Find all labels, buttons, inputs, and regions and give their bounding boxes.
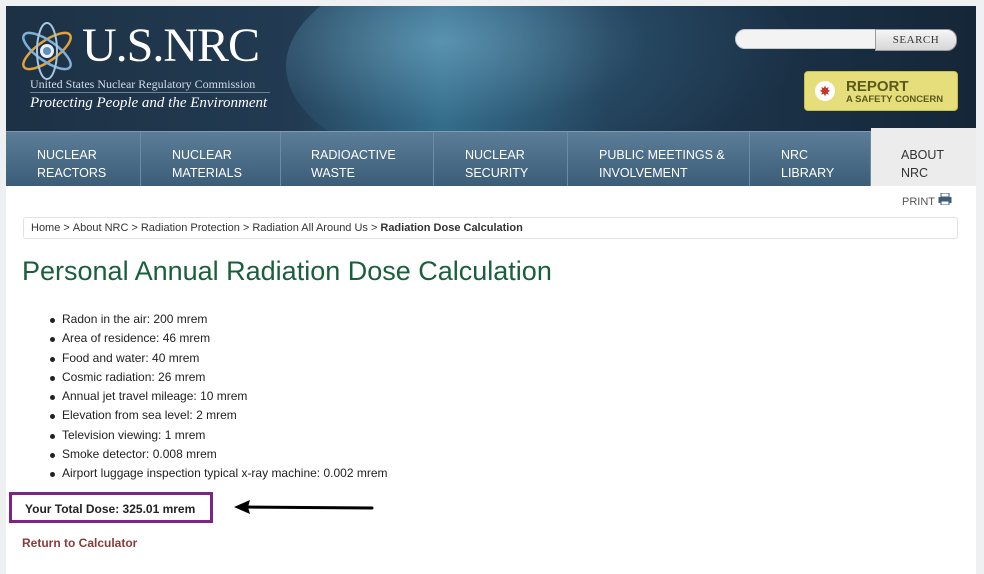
search-input[interactable]	[735, 29, 885, 49]
list-item: Elevation from sea level: 2 mrem	[50, 406, 388, 425]
breadcrumb-link-about-nrc[interactable]: About NRC	[73, 222, 129, 234]
report-label: REPORT	[846, 78, 909, 95]
nav-label: NUCLEAR SECURITY	[465, 148, 529, 180]
printer-icon[interactable]	[938, 193, 952, 205]
nav-item-about-nrc[interactable]: ABOUT NRC	[871, 128, 976, 186]
page-title: Personal Annual Radiation Dose Calculati…	[22, 256, 552, 286]
list-item: Airport luggage inspection typical x-ray…	[50, 464, 388, 483]
nav-item-radioactive-waste[interactable]: RADIOACTIVE WASTE	[281, 132, 434, 186]
agency-name: United States Nuclear Regulatory Commiss…	[30, 77, 256, 91]
list-item: Area of residence: 46 mrem	[50, 329, 388, 348]
list-item: Food and water: 40 mrem	[50, 349, 388, 368]
nav-item-nrc-library[interactable]: NRC LIBRARY	[750, 132, 871, 186]
list-item: Cosmic radiation: 26 mrem	[50, 368, 388, 387]
nav-label: ABOUT NRC	[901, 148, 945, 180]
alert-starburst-icon: ✸	[815, 81, 835, 101]
nav-label: NUCLEAR MATERIALS	[172, 148, 242, 180]
main-navigation: NUCLEAR REACTORS NUCLEAR MATERIALS RADIO…	[6, 128, 976, 186]
list-item: Television viewing: 1 mrem	[50, 426, 388, 445]
nav-item-nuclear-materials[interactable]: NUCLEAR MATERIALS	[141, 132, 281, 186]
nav-label: RADIOACTIVE WASTE	[311, 148, 396, 180]
list-item: Annual jet travel mileage: 10 mrem	[50, 387, 388, 406]
nav-label: NUCLEAR REACTORS	[37, 148, 107, 180]
nav-label: NRC LIBRARY	[781, 148, 835, 180]
breadcrumb-link-home[interactable]: Home	[31, 222, 60, 234]
list-item: Radon in the air: 200 mrem	[50, 310, 388, 329]
nav-item-public-meetings[interactable]: PUBLIC MEETINGS & INVOLVEMENT	[568, 132, 750, 186]
report-sublabel: A SAFETY CONCERN	[846, 94, 944, 105]
logo-divider	[30, 92, 270, 93]
total-dose-highlight-box: Your Total Dose: 325.01 mrem	[9, 492, 213, 523]
breadcrumb-link-radiation-all-around-us[interactable]: Radiation All Around Us	[252, 222, 368, 234]
breadcrumb: Home > About NRC > Radiation Protection > Radi…	[23, 217, 958, 239]
dose-list: Radon in the air: 200 mrem Area of resid…	[50, 310, 388, 484]
nav-item-nuclear-reactors[interactable]: NUCLEAR REACTORS	[6, 132, 141, 186]
nav-label: PUBLIC MEETINGS & INVOLVEMENT	[599, 148, 725, 180]
site-tagline: Protecting People and the Environment	[30, 95, 268, 111]
breadcrumb-separator: >	[242, 222, 250, 234]
return-to-calculator-link[interactable]: Return to Calculator	[22, 536, 137, 550]
arrow-left-icon	[234, 500, 374, 514]
site-logo[interactable]: U.S.NRC	[82, 20, 260, 72]
list-item: Smoke detector: 0.008 mrem	[50, 445, 388, 464]
header-swoosh-decoration	[286, 6, 806, 131]
nav-item-nuclear-security[interactable]: NUCLEAR SECURITY	[434, 132, 568, 186]
breadcrumb-current: Radiation Dose Calculation	[380, 222, 523, 234]
atom-logo-icon	[22, 22, 72, 80]
print-link[interactable]: PRINT	[902, 196, 935, 208]
page-frame: U.S.NRC United States Nuclear Regulatory…	[6, 6, 976, 574]
total-dose: Your Total Dose: 325.01 mrem	[25, 502, 196, 516]
breadcrumb-separator: >	[131, 222, 138, 234]
breadcrumb-link-radiation-protection[interactable]: Radiation Protection	[141, 222, 240, 234]
report-safety-concern-button[interactable]: ✸ REPORT A SAFETY CONCERN	[804, 71, 958, 111]
breadcrumb-separator: >	[63, 222, 70, 234]
breadcrumb-separator: >	[370, 222, 378, 234]
site-header: U.S.NRC United States Nuclear Regulatory…	[6, 6, 976, 131]
search-button[interactable]: SEARCH	[875, 29, 957, 51]
